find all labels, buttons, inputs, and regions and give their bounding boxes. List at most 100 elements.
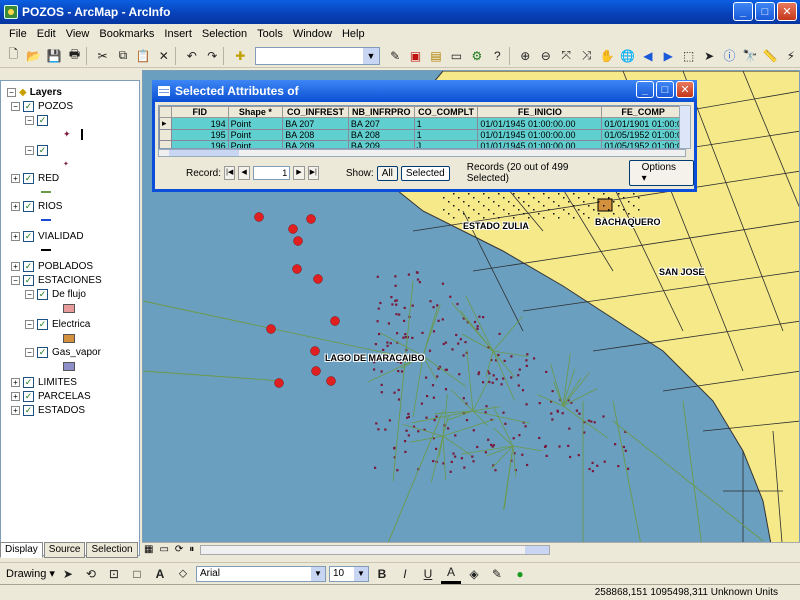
layer-checkbox[interactable]: ✓: [23, 390, 34, 402]
options-button[interactable]: Options ▾: [628, 160, 694, 186]
table-cell[interactable]: BA 209: [347, 140, 415, 148]
drawing-menu[interactable]: Drawing ▾: [6, 567, 55, 580]
table-cell[interactable]: 194: [170, 117, 229, 130]
table-cell[interactable]: BA 208: [347, 129, 415, 141]
line-color-icon[interactable]: ✎: [487, 564, 507, 584]
chevron-down-icon[interactable]: ▼: [353, 566, 368, 581]
column-header-fe-inicio[interactable]: FE_INICIO: [477, 106, 603, 118]
close-button[interactable]: ✕: [777, 2, 797, 21]
zoom-out-icon[interactable]: ⊖: [537, 46, 555, 66]
attributes-table[interactable]: FID Shape * CO_INFREST NB_INFRPRO CO_COM…: [158, 105, 686, 149]
row-selector[interactable]: ▸: [159, 117, 172, 130]
toc-layer-gas-vapor[interactable]: − ✓ Gas_vapor: [25, 345, 101, 359]
table-cell[interactable]: 195: [170, 129, 229, 141]
table-row[interactable]: ▸ 194 Point BA 207 BA 207 1 01/01/1945 0…: [159, 117, 685, 130]
table-horizontal-scrollbar[interactable]: [158, 149, 686, 157]
collapse-icon[interactable]: −: [25, 145, 34, 155]
table-cell[interactable]: 01/01/1945 01:00:00.00: [477, 129, 603, 141]
whats-this-icon[interactable]: ?: [488, 46, 506, 66]
expand-icon[interactable]: +: [11, 261, 20, 271]
attributes-dialog-titlebar[interactable]: Selected Attributes of _ □ ✕: [152, 80, 697, 102]
forward-extent-icon[interactable]: ▶: [659, 46, 677, 66]
font-color-icon[interactable]: A: [440, 564, 461, 584]
collapse-icon[interactable]: −: [11, 101, 20, 111]
show-all-button[interactable]: All: [376, 165, 398, 181]
maximize-button[interactable]: □: [755, 2, 775, 21]
table-cell[interactable]: BA 207: [347, 117, 415, 130]
dialog-minimize-button[interactable]: _: [636, 81, 654, 98]
menu-file[interactable]: File: [4, 28, 32, 40]
menu-window[interactable]: Window: [288, 28, 337, 40]
minimize-button[interactable]: _: [733, 2, 753, 21]
table-cell[interactable]: 01/05/1952 01:00:0: [601, 140, 685, 148]
table-vertical-scrollbar[interactable]: [679, 105, 691, 149]
delete-icon[interactable]: ✕: [155, 46, 173, 66]
table-cell[interactable]: J: [413, 140, 479, 148]
tab-display[interactable]: Display: [0, 542, 43, 558]
collapse-icon[interactable]: −: [7, 87, 16, 97]
table-cell[interactable]: BA 208: [282, 129, 349, 141]
layer-checkbox[interactable]: ✓: [23, 200, 34, 212]
expand-icon[interactable]: +: [11, 173, 20, 183]
command-line-icon[interactable]: ▭: [447, 46, 465, 66]
toc-layer-red[interactable]: + ✓ RED: [11, 171, 59, 185]
full-extent-icon[interactable]: 🌐: [618, 46, 636, 66]
toc-layer-rios[interactable]: + ✓ RIOS: [11, 199, 62, 213]
column-header-co-complt[interactable]: CO_COMPLT: [413, 106, 479, 118]
toc-layer-vialidad[interactable]: + ✓ VIALIDAD: [11, 229, 84, 243]
arccatalog-icon[interactable]: ▤: [427, 46, 445, 66]
select-elements-icon[interactable]: ➤: [700, 46, 718, 66]
redo-icon[interactable]: ↷: [203, 46, 221, 66]
layer-checkbox[interactable]: ✓: [37, 288, 48, 300]
dialog-close-button[interactable]: ✕: [676, 81, 694, 98]
table-cell[interactable]: 01/05/1952 01:00:0: [601, 129, 685, 141]
menu-edit[interactable]: Edit: [32, 28, 61, 40]
toc-root[interactable]: − ◆ Layers: [7, 85, 62, 99]
layout-view-icon[interactable]: ▦: [144, 544, 153, 555]
table-cell[interactable]: 01/01/1945 01:00:00.00: [477, 140, 603, 148]
chevron-down-icon[interactable]: ▼: [362, 47, 379, 64]
collapse-icon[interactable]: −: [25, 319, 34, 329]
row-selector[interactable]: [159, 129, 172, 141]
layer-checkbox[interactable]: ✓: [23, 376, 34, 388]
fixed-zoom-in-icon[interactable]: ⤧: [557, 46, 575, 66]
dialog-maximize-button[interactable]: □: [656, 81, 674, 98]
layer-checkbox[interactable]: ✓: [37, 144, 48, 156]
pan-icon[interactable]: ✋: [598, 46, 616, 66]
layer-checkbox[interactable]: ✓: [23, 100, 34, 112]
data-view-icon[interactable]: ▭: [159, 544, 168, 555]
toc-layer-estados[interactable]: + ✓ ESTADOS: [11, 403, 85, 417]
edit-vertices-icon[interactable]: ⬦: [173, 564, 193, 584]
layer-checkbox[interactable]: ✓: [23, 172, 34, 184]
copy-icon[interactable]: ⧉: [114, 46, 132, 66]
undo-icon[interactable]: ↶: [183, 46, 201, 66]
chevron-down-icon[interactable]: ▼: [310, 566, 325, 581]
expand-icon[interactable]: +: [11, 201, 20, 211]
zoom-in-icon[interactable]: ⊕: [516, 46, 534, 66]
table-row[interactable]: 196 Point BA 209 BA 209 J 01/01/1945 01:…: [159, 140, 685, 148]
expand-icon[interactable]: +: [11, 377, 20, 387]
menu-bookmarks[interactable]: Bookmarks: [94, 28, 159, 40]
record-number-input[interactable]: 1: [252, 166, 291, 180]
select-elements-icon[interactable]: ➤: [58, 564, 78, 584]
layer-checkbox[interactable]: ✓: [23, 404, 34, 416]
print-icon[interactable]: 🖶: [65, 46, 83, 66]
table-cell[interactable]: 1: [413, 117, 479, 130]
back-extent-icon[interactable]: ◀: [639, 46, 657, 66]
toc-subgroup[interactable]: − ✓: [25, 113, 52, 127]
previous-record-button[interactable]: ◀: [238, 166, 250, 180]
rotate-icon[interactable]: ⟲: [81, 564, 101, 584]
toc-layer-limites[interactable]: + ✓ LIMITES: [11, 375, 77, 389]
cut-icon[interactable]: ✂: [93, 46, 111, 66]
rectangle-tool-icon[interactable]: □: [127, 564, 147, 584]
editor-toolbar-icon[interactable]: ✎: [386, 46, 404, 66]
menu-help[interactable]: Help: [337, 28, 370, 40]
map-scale-input[interactable]: ▼: [255, 46, 380, 65]
pause-icon[interactable]: ⏸: [189, 544, 194, 555]
menu-view[interactable]: View: [61, 28, 95, 40]
scrollbar-thumb[interactable]: [169, 150, 239, 156]
toc-layer-pozos[interactable]: − ✓ POZOS: [11, 99, 73, 113]
layer-checkbox[interactable]: ✓: [37, 346, 48, 358]
table-cell[interactable]: BA 209: [282, 140, 349, 148]
expand-icon[interactable]: +: [11, 391, 20, 401]
